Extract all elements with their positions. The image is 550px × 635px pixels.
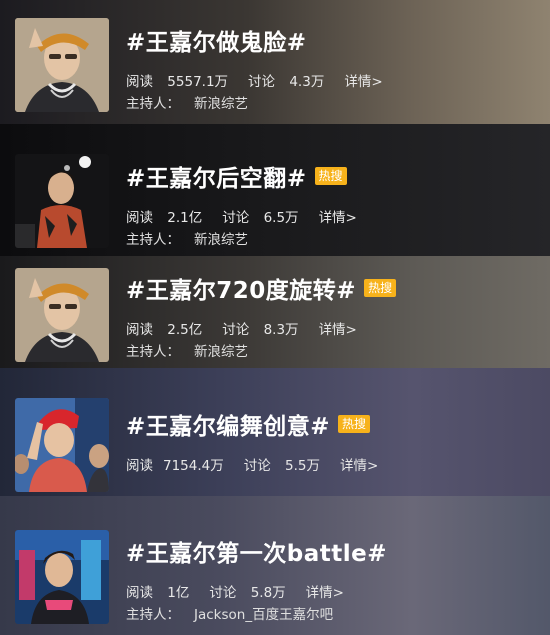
read-stat: 阅读 5557.1万 [126,74,238,90]
topic-stats: 阅读 1亿 讨论 5.8万 详情> [126,583,540,603]
host-name[interactable]: 新浪综艺 [194,344,248,360]
topic-info: #王嘉尔做鬼脸# 阅读 5557.1万 讨论 4.3万 详情> 主持人： 新浪综艺 [126,20,540,114]
discuss-stat: 讨论 4.3万 [248,74,334,90]
read-stat: 阅读 7154.4万 [126,458,234,474]
discuss-count: 6.5万 [263,210,299,226]
topic-host: 主持人： Jackson_百度王嘉尔吧 [126,605,540,625]
detail-link[interactable]: 详情> [319,322,357,338]
topic-card[interactable]: #王嘉尔第一次battle# 阅读 1亿 讨论 5.8万 详情> 主持人： Jacks… [0,496,550,635]
read-count: 2.1亿 [167,210,203,226]
read-label: 阅读 [126,585,153,601]
host-name[interactable]: 新浪综艺 [194,232,248,248]
detail-link[interactable]: 详情> [319,210,357,226]
host-name[interactable]: 新浪综艺 [194,96,248,112]
topic-stats: 阅读 7154.4万 讨论 5.5万 详情> [126,456,540,476]
topic-host: 主持人： 新浪综艺 [126,342,540,362]
topic-stats: 阅读 5557.1万 讨论 4.3万 详情> [126,72,540,92]
host-label: 主持人： [126,96,180,112]
topic-thumbnail[interactable] [15,154,109,248]
topic-title[interactable]: #王嘉尔编舞创意# [126,407,330,441]
topic-title[interactable]: #王嘉尔720度旋转# [126,271,356,305]
host-label: 主持人： [126,232,180,248]
topic-card[interactable]: #王嘉尔后空翻# 热搜 阅读 2.1亿 讨论 6.5万 详情> 主持人： 新浪综艺 [0,124,550,256]
read-count: 2.5亿 [167,322,203,338]
topic-info: #王嘉尔第一次battle# 阅读 1亿 讨论 5.8万 详情> 主持人： Jacks… [126,531,540,625]
read-count: 7154.4万 [163,458,224,474]
discuss-count: 5.5万 [285,458,321,474]
topic-stats: 阅读 2.5亿 讨论 8.3万 详情> [126,320,540,340]
topic-card[interactable]: #王嘉尔720度旋转# 热搜 阅读 2.5亿 讨论 8.3万 详情> 主持人： 新浪综… [0,256,550,368]
discuss-count: 4.3万 [289,74,325,90]
title-row: #王嘉尔做鬼脸# [126,20,540,60]
topic-host: 主持人： 新浪综艺 [126,230,540,250]
topic-thumbnail[interactable] [15,530,109,624]
read-label: 阅读 [126,210,153,226]
topic-thumbnail[interactable] [15,268,109,362]
title-row: #王嘉尔后空翻# 热搜 [126,156,540,196]
discuss-stat: 讨论 6.5万 [222,210,308,226]
discuss-count: 5.8万 [250,585,286,601]
discuss-stat: 讨论 8.3万 [222,322,308,338]
read-count: 1亿 [167,585,190,601]
topic-thumbnail[interactable] [15,18,109,112]
discuss-label: 讨论 [248,74,276,90]
discuss-count: 8.3万 [263,322,299,338]
read-stat: 阅读 2.5亿 [126,322,212,338]
topic-title[interactable]: #王嘉尔做鬼脸# [126,23,307,57]
read-count: 5557.1万 [167,74,229,90]
discuss-stat: 讨论 5.5万 [244,458,330,474]
read-stat: 阅读 2.1亿 [126,210,212,226]
topic-title[interactable]: #王嘉尔后空翻# [126,159,307,193]
topic-card[interactable]: #王嘉尔做鬼脸# 阅读 5557.1万 讨论 4.3万 详情> 主持人： 新浪综艺 [0,0,550,124]
topic-card[interactable]: #王嘉尔编舞创意# 热搜 阅读 7154.4万 讨论 5.5万 详情> [0,368,550,496]
discuss-label: 讨论 [209,585,237,601]
host-name[interactable]: Jackson_百度王嘉尔吧 [194,607,333,623]
title-row: #王嘉尔编舞创意# 热搜 [126,404,540,444]
topic-info: #王嘉尔后空翻# 热搜 阅读 2.1亿 讨论 6.5万 详情> 主持人： 新浪综艺 [126,156,540,250]
topic-title[interactable]: #王嘉尔第一次battle# [126,534,387,568]
topic-stats: 阅读 2.1亿 讨论 6.5万 详情> [126,208,540,228]
topic-info: #王嘉尔720度旋转# 热搜 阅读 2.5亿 讨论 8.3万 详情> 主持人： 新浪综… [126,268,540,362]
topic-thumbnail[interactable] [15,398,109,492]
host-label: 主持人： [126,344,180,360]
read-label: 阅读 [126,322,153,338]
discuss-label: 讨论 [222,322,250,338]
hot-search-badge: 热搜 [338,415,371,433]
detail-link[interactable]: 详情> [306,585,344,601]
read-stat: 阅读 1亿 [126,585,199,601]
detail-link[interactable]: 详情> [344,74,382,90]
host-label: 主持人： [126,607,180,623]
discuss-label: 讨论 [222,210,250,226]
topic-host: 主持人： 新浪综艺 [126,94,540,114]
title-row: #王嘉尔720度旋转# 热搜 [126,268,540,308]
title-row: #王嘉尔第一次battle# [126,531,540,571]
hot-search-badge: 热搜 [314,167,347,185]
detail-link[interactable]: 详情> [340,458,378,474]
topic-info: #王嘉尔编舞创意# 热搜 阅读 7154.4万 讨论 5.5万 详情> [126,404,540,476]
read-label: 阅读 [126,74,153,90]
hot-search-badge: 热搜 [364,279,397,297]
discuss-label: 讨论 [243,458,271,474]
read-label: 阅读 [126,458,153,474]
topic-list: #王嘉尔做鬼脸# 阅读 5557.1万 讨论 4.3万 详情> 主持人： 新浪综艺 [0,0,550,635]
discuss-stat: 讨论 5.8万 [209,585,295,601]
